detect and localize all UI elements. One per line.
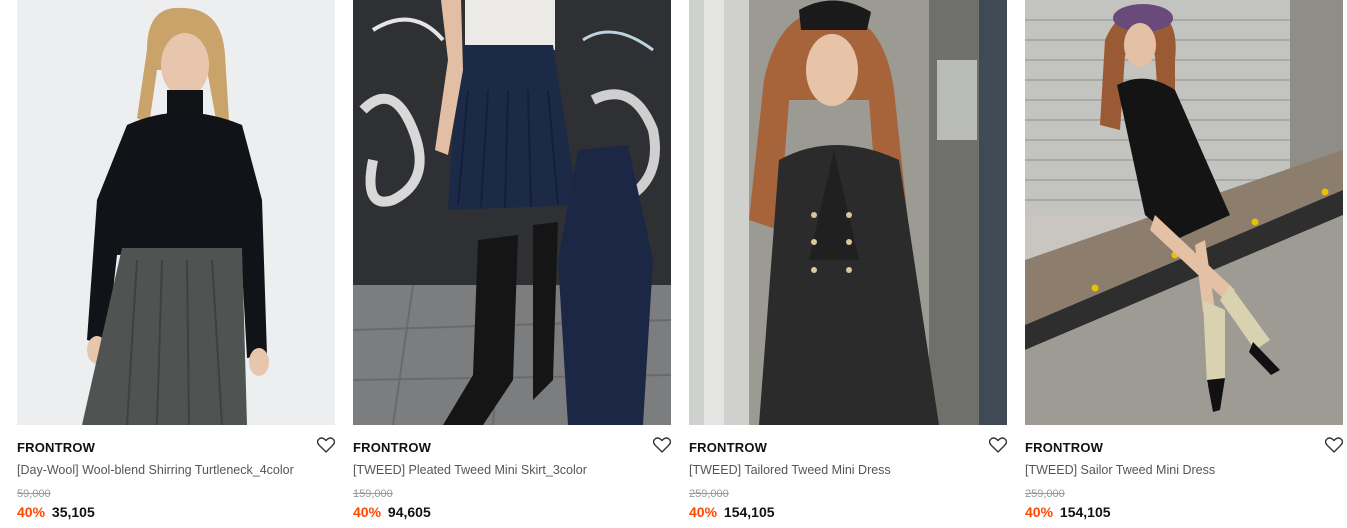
original-price: 159,000 xyxy=(353,488,393,500)
product-card[interactable]: FRONTROW [TWEED] Tailored Tweed Mini Dre… xyxy=(689,0,1007,528)
sale-price: 154,105 xyxy=(1059,504,1111,520)
discount-rate: 40% xyxy=(17,504,46,520)
product-grid: FRONTROW [Day-Wool] Wool-blend Shirring … xyxy=(0,0,1347,528)
original-price: 59,000 xyxy=(17,488,51,500)
sale-price: 94,605 xyxy=(387,504,431,520)
product-name[interactable]: [TWEED] Sailor Tweed Mini Dress xyxy=(1025,463,1215,477)
heart-outline-icon[interactable] xyxy=(317,437,335,453)
product-card[interactable]: FRONTROW [Day-Wool] Wool-blend Shirring … xyxy=(17,0,335,528)
product-image[interactable] xyxy=(353,0,671,425)
heart-outline-icon[interactable] xyxy=(653,437,671,453)
discount-rate: 40% xyxy=(689,504,718,520)
sale-price: 154,105 xyxy=(723,504,775,520)
product-brand[interactable]: FRONTROW xyxy=(689,440,767,455)
price-row: 40% 154,105 xyxy=(689,504,775,520)
product-brand[interactable]: FRONTROW xyxy=(1025,440,1103,455)
price-row: 40% 35,105 xyxy=(17,504,95,520)
discount-rate: 40% xyxy=(1025,504,1054,520)
discount-rate: 40% xyxy=(353,504,382,520)
product-brand[interactable]: FRONTROW xyxy=(353,440,431,455)
price-row: 40% 154,105 xyxy=(1025,504,1111,520)
heart-outline-icon[interactable] xyxy=(1325,437,1343,453)
product-image[interactable] xyxy=(1025,0,1343,425)
sale-price: 35,105 xyxy=(51,504,95,520)
product-image[interactable] xyxy=(17,0,335,425)
price-row: 40% 94,605 xyxy=(353,504,431,520)
original-price: 259,000 xyxy=(1025,488,1065,500)
heart-outline-icon[interactable] xyxy=(989,437,1007,453)
original-price: 259,000 xyxy=(689,488,729,500)
product-brand[interactable]: FRONTROW xyxy=(17,440,95,455)
product-image[interactable] xyxy=(689,0,1007,425)
product-name[interactable]: [TWEED] Pleated Tweed Mini Skirt_3color xyxy=(353,463,587,477)
product-name[interactable]: [TWEED] Tailored Tweed Mini Dress xyxy=(689,463,891,477)
product-name[interactable]: [Day-Wool] Wool-blend Shirring Turtlenec… xyxy=(17,463,294,477)
product-card[interactable]: FRONTROW [TWEED] Sailor Tweed Mini Dress… xyxy=(1025,0,1343,528)
product-card[interactable]: FRONTROW [TWEED] Pleated Tweed Mini Skir… xyxy=(353,0,671,528)
